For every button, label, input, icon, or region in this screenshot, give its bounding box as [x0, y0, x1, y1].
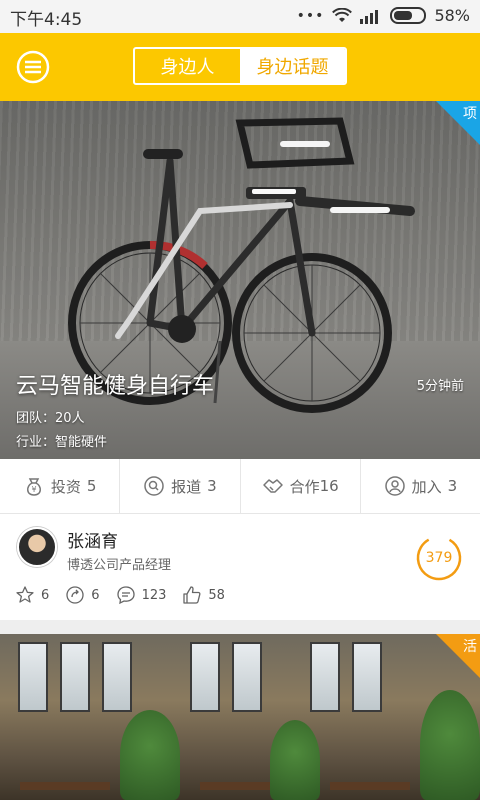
- comment-icon: [116, 586, 135, 605]
- comment-count: 123: [141, 587, 167, 603]
- window-decoration: [232, 642, 262, 712]
- app-header: 身边人 身边话题: [0, 33, 480, 101]
- table-decoration: [20, 782, 110, 790]
- join-count: 3: [447, 477, 458, 495]
- comment-stat[interactable]: 123: [116, 585, 167, 605]
- project-actions: ¥ 投资 5 报道 3 合作 16 加入 3: [0, 459, 480, 514]
- plant-decoration: [120, 710, 180, 800]
- more-dots-icon: •••: [296, 7, 325, 24]
- like-stat[interactable]: 58: [182, 585, 225, 605]
- menu-icon[interactable]: [16, 50, 50, 84]
- window-decoration: [190, 642, 220, 712]
- table-decoration: [200, 782, 270, 790]
- stats-row: 6 6 123 58: [15, 585, 237, 605]
- bicycle-image: [68, 117, 415, 413]
- team-size: 团队：20人: [16, 411, 85, 426]
- status-bar: 下午4:45 ••• 58%: [0, 0, 480, 33]
- status-time: 下午4:45: [10, 10, 83, 30]
- money-bag-icon: ¥: [26, 478, 41, 496]
- cooperate-button[interactable]: 合作 16: [241, 459, 361, 513]
- app-root: 下午4:45 ••• 58% 身边人 身边话题 项 云马智能健身自行车 5分钟前…: [0, 0, 480, 800]
- plant-decoration: [420, 690, 480, 800]
- industry: 行业：智能硬件: [16, 435, 108, 450]
- invest-label: 投资: [50, 477, 81, 496]
- report-button[interactable]: 报道 3: [120, 459, 241, 513]
- corner-badge-label: 活: [463, 639, 477, 655]
- tab-nearby-people[interactable]: 身边人: [135, 49, 240, 83]
- invest-count: 5: [86, 477, 97, 495]
- like-count: 58: [208, 587, 225, 603]
- handshake-icon: [262, 479, 283, 493]
- window-decoration: [60, 642, 90, 712]
- tab-nearby-topics[interactable]: 身边话题: [240, 49, 345, 83]
- star-count: 6: [41, 587, 50, 603]
- card-separator: [0, 620, 480, 634]
- share-count: 6: [91, 587, 100, 603]
- author-name[interactable]: 张涵育: [67, 527, 118, 552]
- corner-badge-label: 项: [463, 106, 477, 122]
- search-report-icon: [144, 476, 164, 496]
- table-decoration: [330, 782, 410, 790]
- cooperate-count: 16: [319, 477, 339, 495]
- project-title: 云马智能健身自行车: [16, 374, 215, 399]
- window-decoration: [18, 642, 48, 712]
- post-time: 5分钟前: [416, 379, 464, 394]
- share-stat[interactable]: 6: [65, 585, 100, 605]
- star-stat[interactable]: 6: [15, 585, 49, 605]
- user-add-icon: [384, 476, 405, 496]
- cooperate-label: 合作: [289, 477, 320, 496]
- battery-percent: 58%: [434, 6, 470, 25]
- share-icon: [66, 586, 84, 604]
- signal-icon: [360, 9, 379, 24]
- project-card-image[interactable]: 项 云马智能健身自行车 5分钟前 团队：20人 行业：智能硬件: [0, 101, 480, 459]
- activity-card-image[interactable]: 活: [0, 634, 480, 800]
- window-decoration: [102, 642, 132, 712]
- star-icon: [16, 586, 34, 603]
- plant-decoration: [270, 720, 320, 800]
- invest-button[interactable]: ¥ 投资 5: [0, 459, 121, 513]
- join-button[interactable]: 加入 3: [361, 459, 480, 513]
- status-right: ••• 58%: [297, 6, 470, 25]
- battery-icon: [390, 7, 427, 24]
- window-decoration: [310, 642, 340, 712]
- wifi-icon: [332, 7, 353, 22]
- thumbs-up-icon: [183, 586, 201, 604]
- score-value: 379: [425, 550, 453, 566]
- join-label: 加入: [411, 477, 442, 496]
- author-role: 博透公司产品经理: [67, 558, 172, 573]
- author-panel: 张涵育 博透公司产品经理 379 6 6 123 58: [0, 514, 480, 620]
- segment-control: 身边人 身边话题: [133, 47, 347, 85]
- report-count: 3: [207, 477, 217, 495]
- svg-text:¥: ¥: [31, 485, 36, 494]
- avatar[interactable]: [17, 527, 57, 567]
- window-decoration: [352, 642, 382, 712]
- report-label: 报道: [171, 477, 202, 496]
